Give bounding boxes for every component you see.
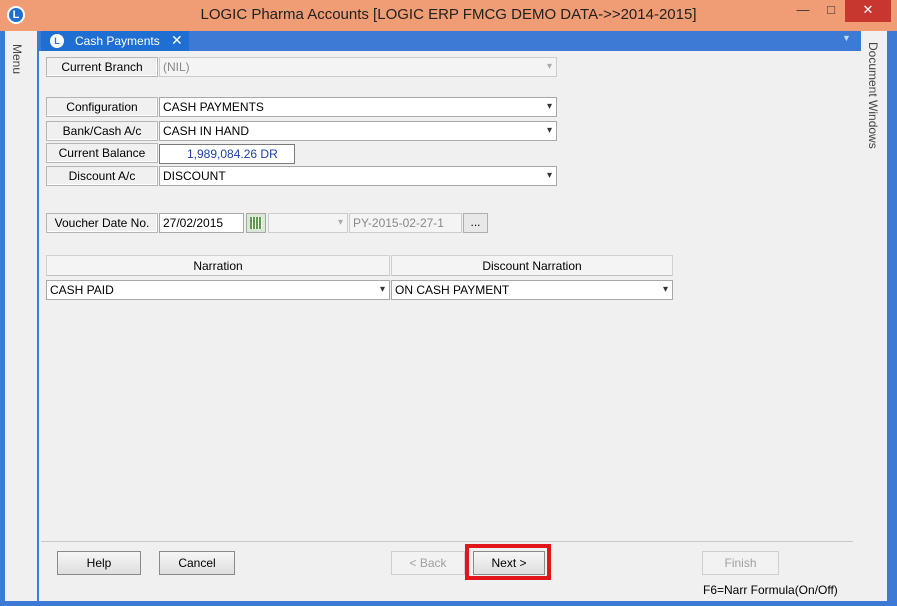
narration-select[interactable]: CASH PAID ▾: [46, 280, 390, 300]
current-branch-value: (NIL): [163, 60, 190, 74]
chevron-down-icon: ▾: [546, 61, 552, 72]
tab-cash-payments[interactable]: L Cash Payments ✕: [41, 31, 189, 51]
discount-account-select[interactable]: DISCOUNT ▾: [159, 166, 557, 186]
chevron-down-icon[interactable]: ▾: [547, 167, 552, 185]
current-balance-value: 1,989,084.26 DR: [159, 144, 295, 164]
logic-tab-icon: L: [50, 34, 64, 48]
current-branch-select: (NIL) ▾: [159, 57, 557, 77]
menu-rail[interactable]: [5, 31, 37, 601]
minimize-button[interactable]: —: [790, 0, 816, 22]
voucher-lookup-button[interactable]: ...: [463, 213, 488, 233]
configuration-label: Configuration: [46, 97, 158, 117]
maximize-button[interactable]: □: [818, 0, 844, 22]
bank-cash-value: CASH IN HAND: [163, 124, 250, 138]
discount-narration-select[interactable]: ON CASH PAYMENT ▾: [391, 280, 673, 300]
narration-header: Narration: [46, 255, 390, 276]
footer-divider: [41, 541, 853, 542]
menu-rail-label[interactable]: Menu: [10, 44, 24, 74]
tab-label: Cash Payments: [75, 34, 160, 48]
voucher-number-input: PY-2015-02-27-1: [349, 213, 462, 233]
window-title: LOGIC Pharma Accounts [LOGIC ERP FMCG DE…: [200, 6, 697, 23]
tab-close-icon[interactable]: ✕: [171, 32, 183, 49]
chevron-down-icon[interactable]: ▾: [663, 281, 668, 299]
calendar-icon: [250, 217, 262, 229]
discount-account-label: Discount A/c: [46, 166, 158, 186]
shortcut-hint: F6=Narr Formula(On/Off): [703, 583, 838, 597]
bank-cash-select[interactable]: CASH IN HAND ▾: [159, 121, 557, 141]
title-bar[interactable]: L LOGIC Pharma Accounts [LOGIC ERP FMCG …: [0, 0, 897, 31]
calendar-button[interactable]: [246, 213, 266, 233]
bank-cash-label: Bank/Cash A/c: [46, 121, 158, 141]
configuration-value: CASH PAYMENTS: [163, 100, 264, 114]
chevron-down-icon: ▾: [337, 217, 343, 228]
next-button-highlight: [465, 544, 551, 580]
finish-button: Finish: [702, 551, 779, 575]
current-balance-label: Current Balance: [46, 143, 158, 163]
voucher-series-select: ▾: [268, 213, 348, 233]
voucher-date-input[interactable]: 27/02/2015: [159, 213, 244, 233]
cancel-button[interactable]: Cancel: [159, 551, 235, 575]
narration-value: CASH PAID: [50, 283, 114, 297]
app-window: L LOGIC Pharma Accounts [LOGIC ERP FMCG …: [0, 0, 897, 606]
chevron-down-icon[interactable]: ▾: [547, 98, 552, 116]
tab-list-chevron-icon[interactable]: ▼: [842, 33, 851, 43]
document-windows-label[interactable]: Document Windows: [866, 42, 880, 149]
configuration-select[interactable]: CASH PAYMENTS ▾: [159, 97, 557, 117]
chevron-down-icon[interactable]: ▾: [380, 281, 385, 299]
close-window-button[interactable]: ✕: [845, 0, 891, 22]
help-button[interactable]: Help: [57, 551, 141, 575]
discount-narration-value: ON CASH PAYMENT: [395, 283, 510, 297]
current-branch-label: Current Branch: [46, 57, 158, 77]
back-button: < Back: [391, 551, 465, 575]
voucher-date-no-label: Voucher Date No.: [46, 213, 158, 233]
chevron-down-icon[interactable]: ▾: [547, 122, 552, 140]
discount-account-value: DISCOUNT: [163, 169, 226, 183]
window-bottom-frame: [0, 601, 897, 606]
discount-narration-header: Discount Narration: [391, 255, 673, 276]
